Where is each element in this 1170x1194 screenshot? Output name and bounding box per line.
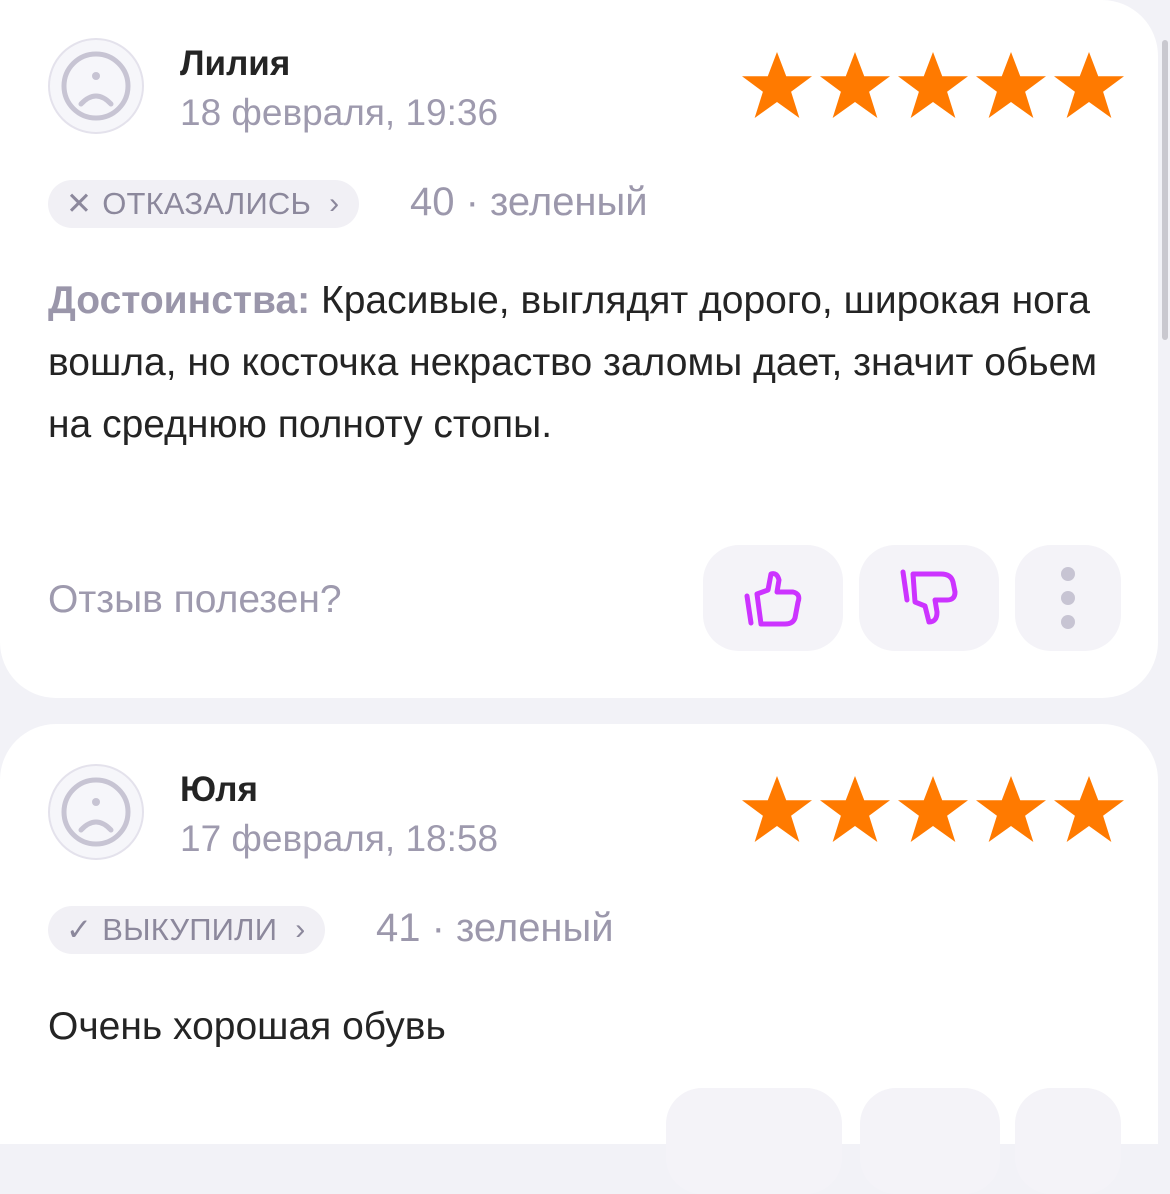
cross-icon: ✕ [66,186,93,221]
thumbs-up-icon [744,571,802,627]
rating-stars [738,50,1128,120]
star-icon [820,775,890,843]
product-variant: 41 · зеленый [376,906,614,950]
sad-face-icon [48,38,144,134]
like-button[interactable] [703,545,843,651]
review-text: Очень хорошая обувь [48,1005,446,1048]
star-icon [898,775,968,843]
rating-stars [738,774,1128,844]
helpful-question: Отзыв полезен? [48,578,342,621]
review-text: Достоинства: Красивые, выглядят дорого, … [48,270,1128,456]
star-icon [742,775,812,843]
product-variant: 40 · зеленый [410,180,648,224]
order-status-label: ВЫКУПИЛИ [102,912,278,947]
star-icon [1054,775,1124,843]
vertical-dots-icon [1061,567,1075,629]
review-date: 17 февраля, 18:58 [180,818,499,859]
chevron-right-icon: › [295,913,306,946]
review-author: Юля [180,770,258,809]
chevron-right-icon: › [329,187,340,220]
sad-face-icon [48,764,144,860]
more-options-button[interactable] [1015,545,1121,651]
star-icon [898,51,968,119]
scrollbar[interactable] [1162,40,1168,340]
star-icon [820,51,890,119]
like-button[interactable] [666,1088,842,1194]
review-author: Лилия [180,44,291,83]
pros-label: Достоинства: [48,279,311,322]
star-icon [976,51,1046,119]
order-status-label: ОТКАЗАЛИСЬ [102,186,312,221]
dislike-button[interactable] [859,545,999,651]
dislike-button[interactable] [860,1088,1000,1194]
order-status-badge[interactable]: ✕ ОТКАЗАЛИСЬ › [48,180,360,228]
review-card: Лилия 18 февраля, 19:36 ✕ ОТКАЗАЛИСЬ › 4… [0,0,1158,698]
star-icon [742,51,812,119]
order-status-badge[interactable]: ✓ ВЫКУПИЛИ › [48,906,326,954]
review-date: 18 февраля, 19:36 [180,92,499,133]
thumbs-down-icon [900,569,958,625]
more-options-button[interactable] [1015,1088,1121,1194]
check-icon: ✓ [66,912,93,947]
star-icon [1054,51,1124,119]
star-icon [976,775,1046,843]
review-card: Юля 17 февраля, 18:58 ✓ ВЫКУПИЛИ › 41 · … [0,724,1158,1194]
